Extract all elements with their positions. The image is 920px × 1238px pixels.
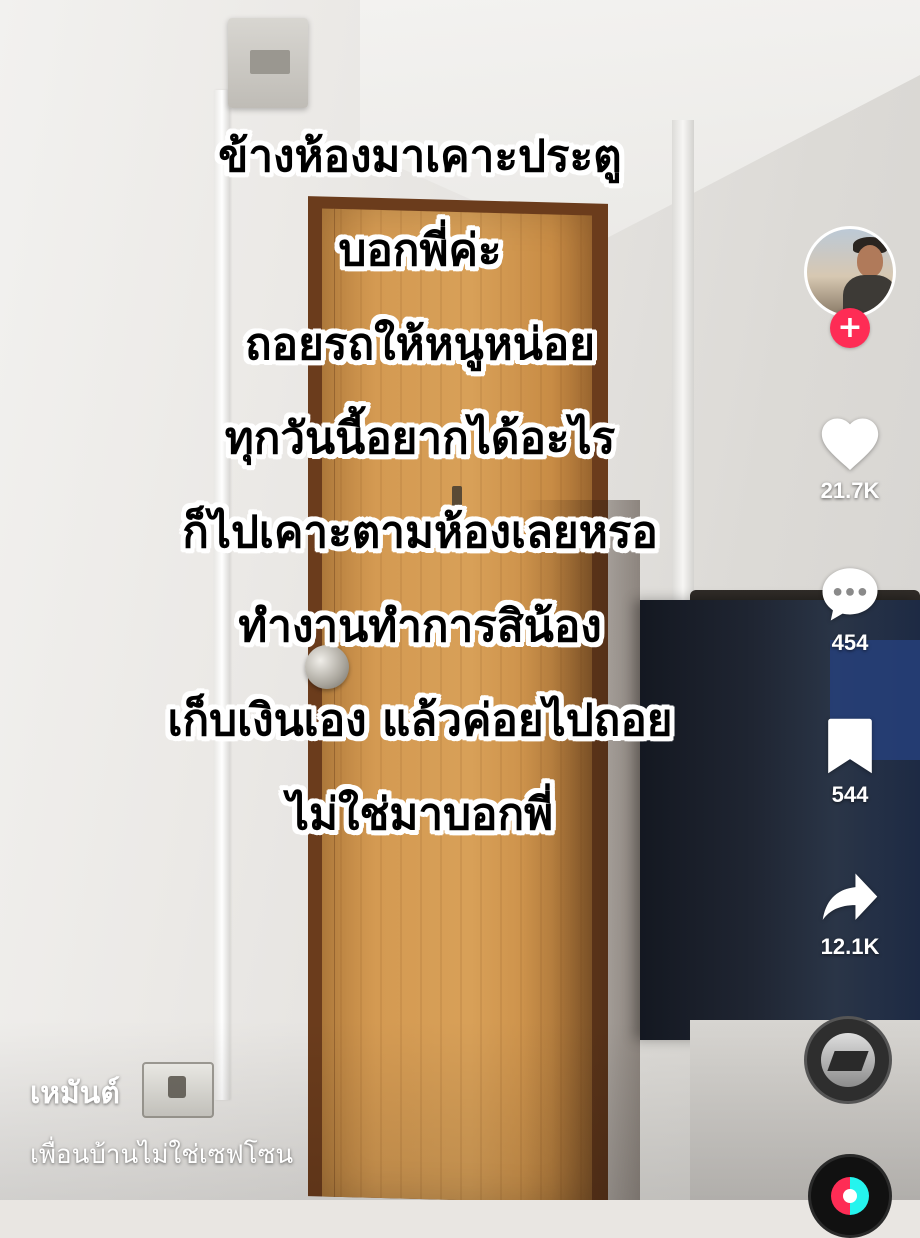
music-disc[interactable] [804,1016,892,1104]
avatar-head [857,245,883,277]
video-caption: ข้างห้องมาเคาะประตู บอกพี่ค่ะ ถอยรถให้หน… [40,110,800,862]
comment-count: 454 [831,630,869,655]
caption-line: ทำงานทำการสิน้อง [238,601,602,652]
like-button[interactable]: 21.7K [800,410,900,504]
share-icon [822,873,878,920]
heart-icon [821,418,879,471]
bookmark-icon [828,718,872,774]
share-count: 12.1K [820,934,880,959]
tiktok-badge-icon[interactable] [808,1154,892,1238]
electric-meter [228,18,308,108]
follow-button[interactable]: + [830,308,870,348]
share-button[interactable]: 12.1K [800,868,900,960]
caption-line: ข้างห้องมาเคาะประตู [218,131,622,182]
caption-line: เก็บเงินเอง แล้วค่อยไปถอย [167,695,673,746]
bottom-gradient [0,1020,920,1200]
caption-line: บอกพี่ค่ะ [338,225,502,276]
bookmark-count: 544 [831,782,869,807]
like-count: 21.7K [820,478,880,503]
caption-line: ถอยรถให้หนูหน่อย [245,319,595,370]
caption-line: ไม่ใช่มาบอกพี่ [286,789,554,840]
caption-line: ก็ไปเคาะตามห้องเลยหรอ [182,507,658,558]
bookmark-button[interactable]: 544 [800,716,900,808]
creator-username[interactable]: เหมันต์ [30,1074,120,1114]
comment-icon [822,568,878,621]
post-description: เพื่อนบ้านไม่ใช่เซฟโซน [30,1140,294,1170]
music-disc-art [821,1033,875,1087]
creator-avatar[interactable] [804,226,896,318]
comment-button[interactable]: 454 [800,562,900,656]
caption-line: ทุกวันนี้อยากได้อะไร [224,413,616,464]
